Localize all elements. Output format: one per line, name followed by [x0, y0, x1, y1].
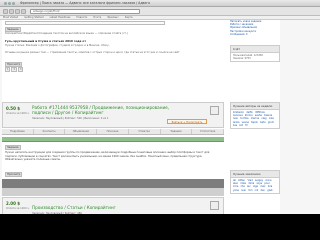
bookmark-item[interactable]: Почта — [93, 16, 101, 19]
page-link[interactable]: 1 — [5, 67, 11, 72]
minimize-window-icon[interactable] — [8, 1, 11, 5]
author-link[interactable]: marina — [251, 117, 259, 120]
screen-bottom-area — [0, 214, 320, 240]
pager: 1 2 3 — [5, 67, 24, 72]
job-headline[interactable]: Гусь-хрустальный и Стужа в статьях 2016 … — [5, 39, 205, 43]
maximize-window-icon[interactable] — [12, 1, 15, 5]
job-tab[interactable]: Подробнее — [2, 129, 34, 134]
top-authors-section: Лучшие авторы за неделю kristenko delfin… — [230, 102, 280, 130]
author-link[interactable]: tapok — [251, 121, 258, 124]
author-link[interactable]: Ivan — [233, 117, 238, 120]
job-tab[interactable]: Отметки — [129, 129, 161, 134]
search-input[interactable] — [5, 21, 165, 25]
bookmark-item[interactable]: Карта — [125, 16, 133, 19]
browser-window: Фрилансер | Поиск заказа — Адвего: все к… — [0, 0, 320, 240]
job-meta: Заказчик: Неуловимый | Рейтинг: 500 | Вы… — [32, 117, 109, 120]
author-link[interactable]: grom — [268, 121, 274, 124]
take-job-button[interactable]: Взяться + Посмотреть — [167, 119, 207, 124]
author-link[interactable]: kot — [239, 124, 243, 127]
bookmark-item[interactable]: Getting Started — [24, 16, 43, 19]
job-text: Нужна статья: Реклама о фотографии, студ… — [5, 44, 110, 47]
job-title-link[interactable]: Производство / Статьи / Копирайтинг — [32, 205, 182, 210]
job-title-link[interactable]: Работа #171444 9537958 / Продвижение, по… — [32, 105, 182, 115]
job-actions-bar — [2, 188, 224, 196]
clients-list: ab kitten Vlad sergey Anna alex mike dim… — [231, 178, 279, 193]
page-content: Задание Копирайтинг/Рерайтинг/Создание т… — [2, 20, 280, 240]
client-link[interactable]: irma — [233, 185, 238, 188]
sidebar-link[interactable]: Сообщения: 0 — [230, 33, 280, 36]
sidebar-links: Написать новое задание Работа с заказами… — [230, 20, 280, 36]
client-link[interactable]: kira — [268, 185, 273, 188]
job-card-header: 0.50 $ Оплата за 1000 з. Работа #171444 … — [2, 102, 224, 128]
client-link[interactable]: yana — [233, 189, 239, 192]
job-category-line: Копирайтинг/Рерайтинг/Создание текстов н… — [5, 32, 128, 35]
job-description: Нужно написать инструкцию для создания г… — [5, 151, 210, 162]
client-link[interactable]: lev — [247, 185, 251, 188]
view-label[interactable]: Просмотр — [5, 172, 23, 177]
authors-list: kristenko delfin Wifihole Avoreva Zorina… — [231, 110, 279, 128]
address-text: advego.ru/job/find/ — [33, 9, 60, 13]
job-status-bar — [2, 137, 224, 142]
home-button[interactable] — [21, 8, 26, 14]
page-link[interactable]: 2 — [11, 67, 17, 72]
bookmark-item[interactable]: Most Visited — [3, 16, 18, 19]
back-button[interactable] — [3, 8, 8, 14]
forward-button[interactable] — [9, 8, 14, 14]
author-link[interactable]: beta — [260, 121, 265, 124]
reload-button[interactable] — [15, 8, 20, 14]
page-link[interactable]: 3 — [17, 67, 24, 72]
author-link[interactable]: nika — [269, 117, 274, 120]
client-link[interactable]: tim — [248, 189, 252, 192]
job-price: 0.50 $ — [6, 106, 21, 111]
client-link[interactable]: max — [260, 185, 265, 188]
job-thumbnail — [210, 106, 219, 115]
top-clients-section: Лучшие заказчики ab kitten Vlad sergey A… — [230, 170, 280, 194]
job-tab[interactable]: Контакты — [34, 129, 66, 134]
task-tag: Задание — [5, 145, 21, 150]
address-bar[interactable]: advego.ru/job/find/ — [30, 8, 140, 14]
client-link[interactable]: olga — [253, 185, 258, 188]
author-link[interactable]: tochka — [240, 117, 248, 120]
client-link[interactable]: gleb — [267, 189, 272, 192]
client-link[interactable]: den — [261, 189, 266, 192]
job-tab[interactable]: Похожие — [97, 129, 129, 134]
job-price-note: Оплата за 1000 з. — [6, 112, 30, 115]
job-tabs: Подробнее Контакты Объявления Похожие От… — [2, 129, 225, 135]
title-bar: Фрилансер | Поиск заказа — Адвего: все к… — [0, 0, 320, 7]
job-footer-bar — [2, 179, 224, 188]
job-price: 2.00 $ — [6, 201, 21, 206]
job-tab[interactable]: Объявления — [65, 129, 98, 134]
section-title: Счёт — [231, 46, 279, 53]
account-section: Счёт Пользователей: 123456 Заказов: 9753 — [230, 45, 280, 63]
job-price-note: Оплата за 1000 з. — [6, 207, 30, 210]
window-title: Фрилансер | Поиск заказа — Адвего: все к… — [20, 1, 151, 5]
job-text-more: Отзывы на рынке разных тем — стремление … — [5, 51, 181, 54]
sidebar: Написать новое задание Работа с заказами… — [230, 20, 280, 240]
client-link[interactable]: ivan — [241, 189, 246, 192]
browser-toolbar: advego.ru/job/find/ — [0, 7, 320, 16]
section-title: Лучшие авторы за неделю — [231, 103, 279, 110]
section-title: Лучшие заказчики — [231, 171, 279, 178]
bookmark-item[interactable]: Latest Headlines — [50, 16, 71, 19]
bookmark-item[interactable]: Новости — [76, 16, 87, 19]
author-link[interactable]: lisa — [233, 124, 237, 127]
page-viewport: Задание Копирайтинг/Рерайтинг/Создание т… — [0, 20, 320, 240]
client-link[interactable]: rita — [241, 185, 245, 188]
previous-job-card: Задание Копирайтинг/Рерайтинг/Создание т… — [2, 20, 224, 78]
main-column: Задание Копирайтинг/Рерайтинг/Создание т… — [2, 20, 225, 240]
author-link[interactable]: oleg — [261, 117, 266, 120]
client-link[interactable]: nik — [255, 189, 259, 192]
job-thumbnail — [210, 201, 219, 210]
close-window-icon[interactable] — [4, 1, 7, 5]
account-line: Заказов: 9753 — [233, 57, 251, 61]
job-tab[interactable]: Задания — [161, 129, 193, 134]
job-tab[interactable]: Статистика — [192, 129, 225, 134]
author-link[interactable]: fil — [245, 124, 247, 127]
bookmark-item[interactable]: Фриланс — [107, 16, 119, 19]
